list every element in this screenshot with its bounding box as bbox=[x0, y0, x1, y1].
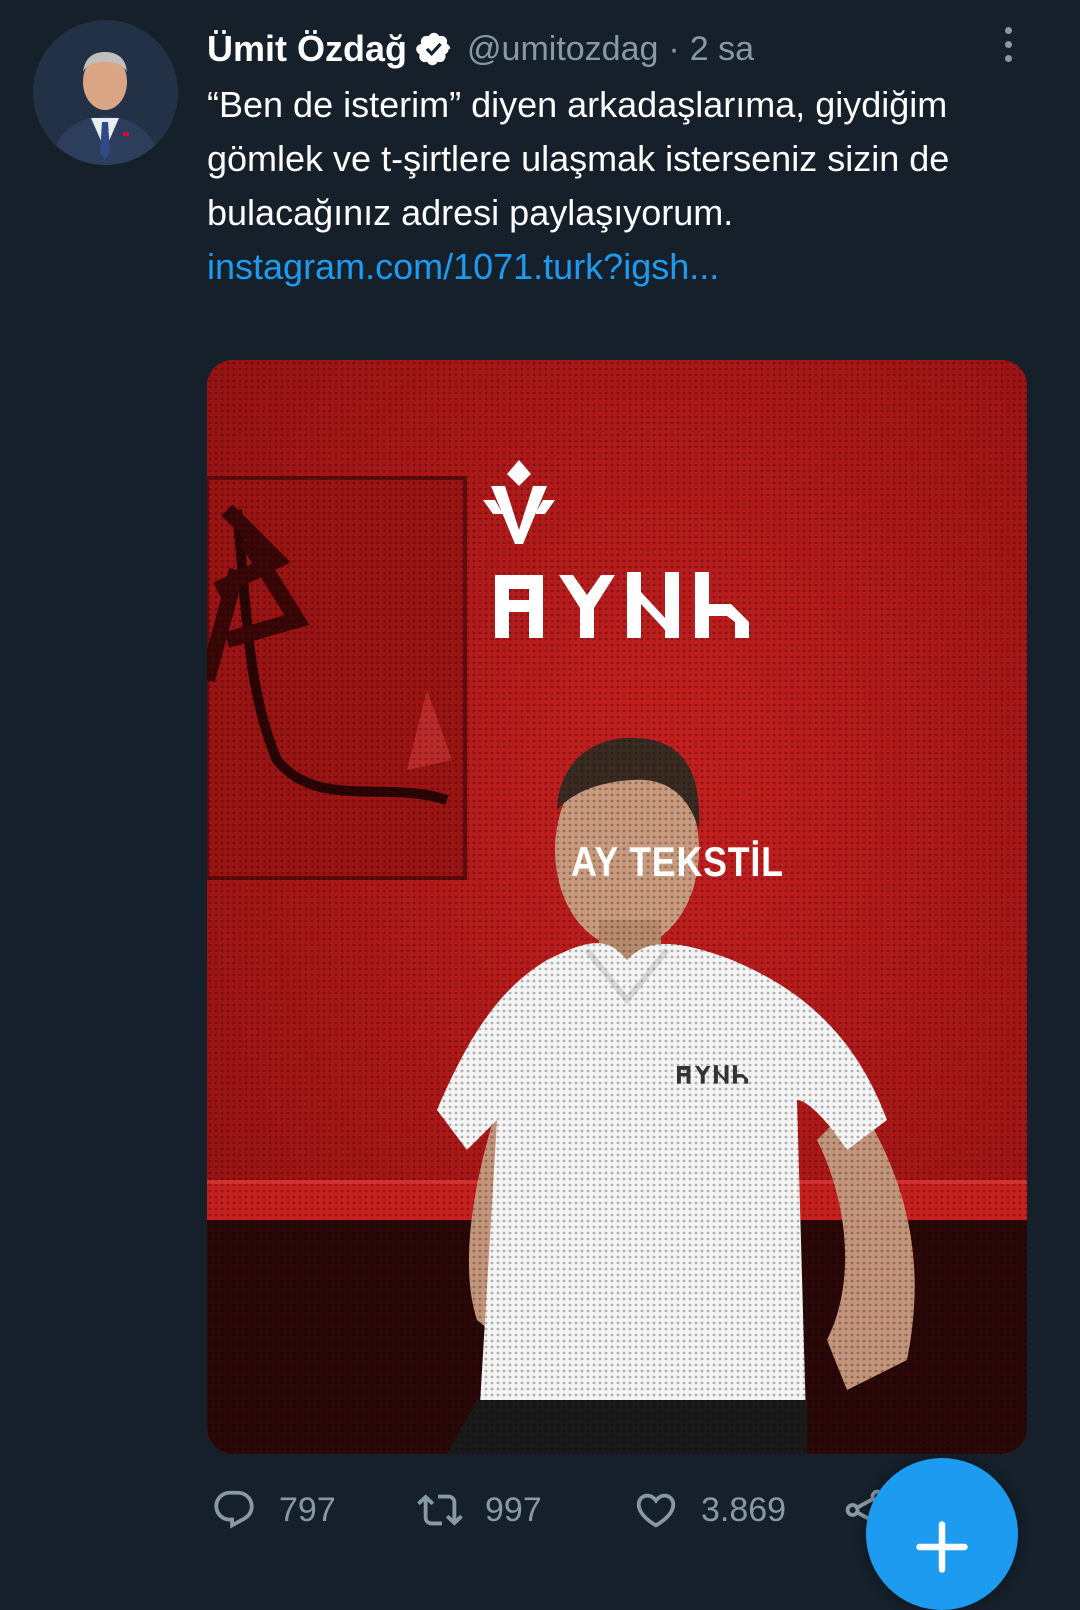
tweet-link[interactable]: instagram.com/1071.turk?igsh... bbox=[207, 246, 719, 287]
retweet-button[interactable]: 997 bbox=[417, 1480, 542, 1540]
like-count: 3.869 bbox=[701, 1490, 787, 1529]
author-handle[interactable]: @umitozdag bbox=[467, 30, 658, 69]
author-display-name[interactable]: Ümit Özdağ bbox=[207, 28, 407, 70]
tweet-header: Ümit Özdağ @umitozdag · 2 sa bbox=[207, 26, 754, 72]
more-dot-icon bbox=[1004, 26, 1012, 34]
reply-count: 797 bbox=[279, 1490, 336, 1529]
plus-icon bbox=[912, 1487, 972, 1582]
reply-icon bbox=[211, 1487, 257, 1533]
separator: · bbox=[668, 29, 680, 68]
more-dot-icon bbox=[1004, 40, 1012, 48]
retweet-icon bbox=[417, 1487, 463, 1533]
tweet-media-image[interactable]: AY TEKSTİL bbox=[207, 360, 1027, 1454]
verified-badge-icon bbox=[415, 30, 453, 68]
reply-button[interactable]: 797 bbox=[211, 1480, 336, 1540]
tweet-body: “Ben de isterim” diyen arkadaşlarıma, gi… bbox=[207, 84, 950, 233]
more-options-button[interactable] bbox=[990, 22, 1026, 66]
tweet[interactable]: Ümit Özdağ @umitozdag · 2 sa “Ben de ist… bbox=[0, 0, 1080, 1610]
tweet-timestamp[interactable]: 2 sa bbox=[690, 30, 754, 69]
media-brand-name: AY TEKSTİL bbox=[571, 838, 784, 885]
tweet-text: “Ben de isterim” diyen arkadaşlarıma, gi… bbox=[207, 78, 967, 294]
more-dot-icon bbox=[1004, 54, 1012, 62]
avatar-image bbox=[33, 20, 178, 165]
avatar[interactable] bbox=[33, 20, 178, 165]
retweet-count: 997 bbox=[485, 1490, 542, 1529]
like-button[interactable]: 3.869 bbox=[633, 1480, 786, 1540]
heart-icon bbox=[633, 1487, 679, 1533]
compose-tweet-button[interactable] bbox=[866, 1458, 1018, 1610]
media-photo bbox=[207, 360, 1027, 1454]
